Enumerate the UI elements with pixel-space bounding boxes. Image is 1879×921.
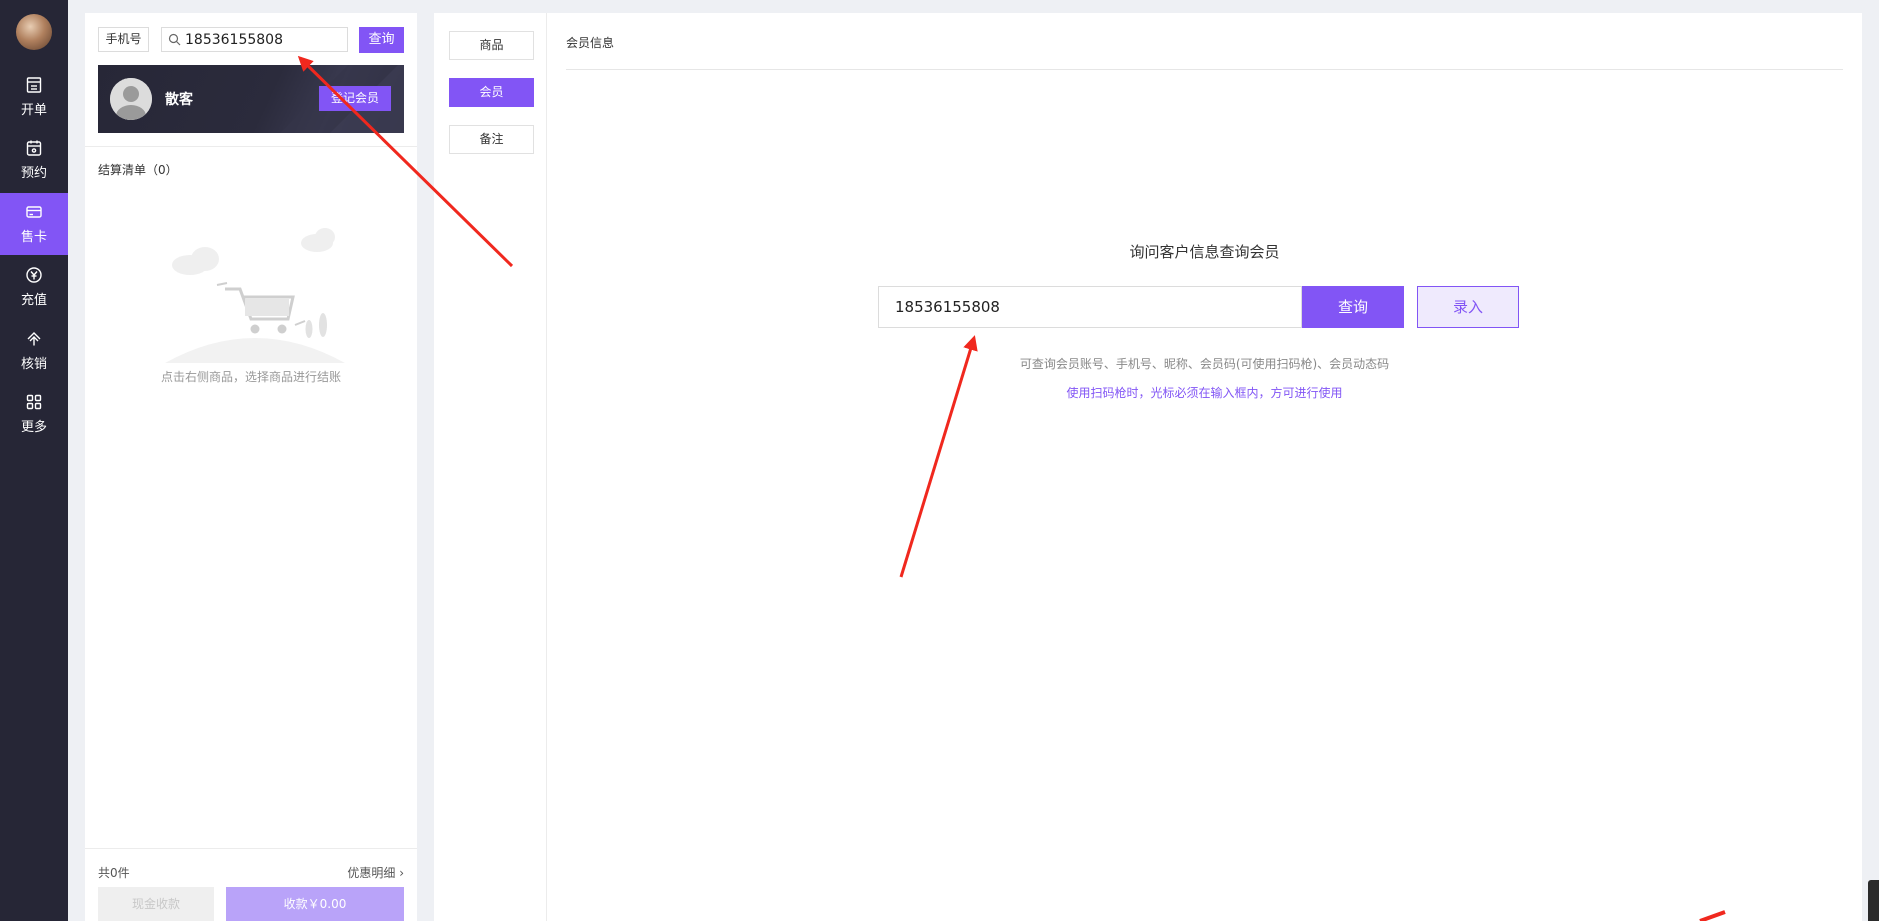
checkout-list-title: 结算清单（0） xyxy=(98,163,178,177)
collect-payment-button[interactable]: 收款￥0.00 xyxy=(226,887,404,921)
verify-icon xyxy=(27,332,41,346)
member-card: 散客 登记会员 xyxy=(98,65,404,133)
query-hint: 可查询会员账号、手机号、昵称、会员码(可使用扫码枪)、会员动态码 xyxy=(1019,357,1390,371)
empty-cart-illustration xyxy=(165,228,345,363)
nav-item-label: 预约 xyxy=(20,166,47,181)
query-heading: 询问客户信息查询会员 xyxy=(1129,243,1280,261)
nav-item-appointment[interactable]: 预约 xyxy=(0,129,68,191)
nav-item-recharge[interactable]: 充值 xyxy=(0,256,68,318)
nav-item-label: 售卡 xyxy=(20,230,47,245)
nav-item-verify[interactable]: 核销 xyxy=(0,320,68,382)
nav-item-label: 更多 xyxy=(20,420,47,435)
nav-item-label: 开单 xyxy=(20,103,47,118)
user-avatar[interactable] xyxy=(16,14,52,50)
tab-member[interactable]: 会员 xyxy=(449,78,534,107)
nav-item-label: 充值 xyxy=(20,293,47,308)
nav-item-sell-card[interactable]: 售卡 xyxy=(0,193,68,255)
cart-query-button[interactable]: 查询 xyxy=(359,27,404,53)
user-silhouette-icon xyxy=(110,78,152,120)
yuan-coin-icon xyxy=(26,267,42,283)
member-query-input[interactable] xyxy=(878,286,1302,328)
member-search-box[interactable] xyxy=(161,27,348,52)
register-member-button[interactable]: 登记会员 xyxy=(319,86,391,111)
empty-cart-text: 点击右侧商品，选择商品进行结账 xyxy=(160,370,341,384)
calendar-icon xyxy=(26,140,42,156)
nav-item-more[interactable]: 更多 xyxy=(0,383,68,445)
order-icon xyxy=(26,77,42,93)
guest-avatar xyxy=(110,78,152,120)
tab-goods[interactable]: 商品 xyxy=(449,31,534,60)
member-info-panel: 会员信息 询问客户信息查询会员 查询 录入 可查询会员账号、手机号、昵称、会员码… xyxy=(547,13,1862,921)
side-nav: 开单 预约 售卡 充值 核销 更多 xyxy=(0,0,68,921)
divider xyxy=(85,848,417,849)
category-tabs: 商品 会员 备注 xyxy=(434,13,547,921)
scanner-hint: 使用扫码枪时，光标必须在输入框内，方可进行使用 xyxy=(1066,386,1343,400)
member-search-input[interactable] xyxy=(185,31,335,48)
tab-remark[interactable]: 备注 xyxy=(449,125,534,154)
discount-details-link[interactable]: 优惠明细 › xyxy=(347,864,404,881)
divider xyxy=(566,69,1843,70)
card-icon xyxy=(26,206,42,218)
grid-icon xyxy=(26,394,42,410)
divider xyxy=(85,146,417,147)
item-count: 共0件 xyxy=(98,866,130,880)
search-icon xyxy=(168,33,181,46)
member-name: 散客 xyxy=(165,92,193,108)
search-type-select[interactable]: 手机号 xyxy=(98,27,149,52)
floating-widget[interactable] xyxy=(1868,880,1879,921)
page-title: 会员信息 xyxy=(566,36,615,50)
cash-payment-button[interactable]: 现金收款 xyxy=(98,887,214,921)
nav-item-open-order[interactable]: 开单 xyxy=(0,66,68,128)
cart-panel: 手机号 查询 散客 登记会员 结算清单（0） xyxy=(85,13,417,921)
member-enter-button[interactable]: 录入 xyxy=(1417,286,1519,328)
member-query-button[interactable]: 查询 xyxy=(1302,286,1404,328)
nav-item-label: 核销 xyxy=(20,357,47,372)
